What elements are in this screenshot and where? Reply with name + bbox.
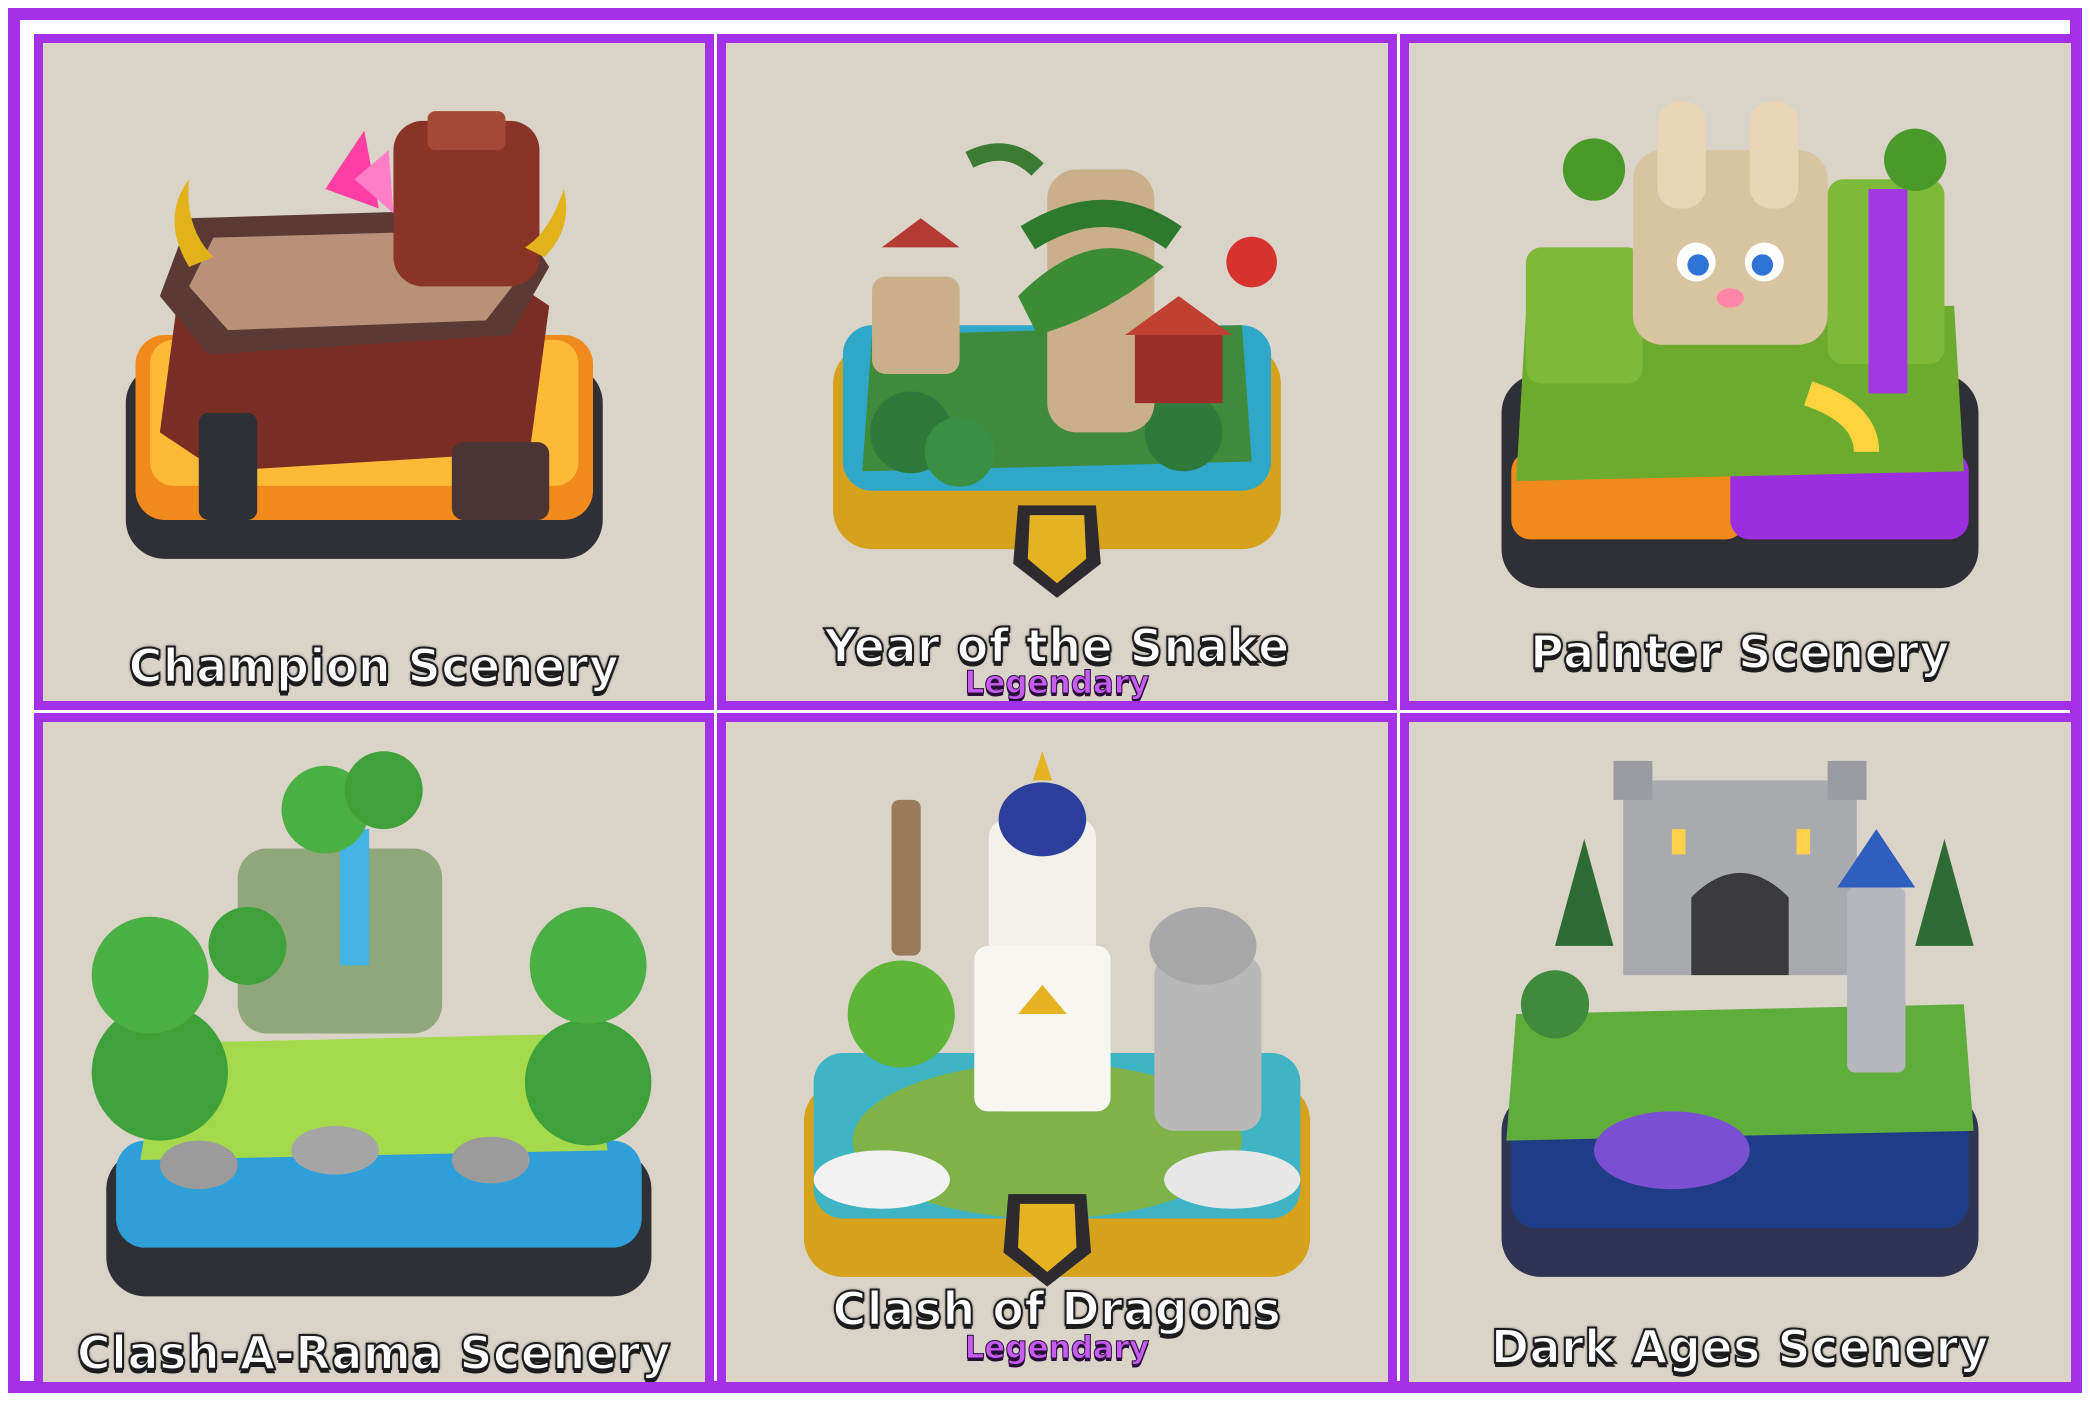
castle-arena-icon	[1501, 760, 1979, 1277]
rarity-label: Legendary	[964, 1330, 1150, 1367]
forest-waterfall-arena-icon	[91, 751, 652, 1297]
scenery-name: Painter Scenery	[1529, 624, 1950, 680]
scenery-card-clash-a-rama[interactable]: Clash-A-Rama Scenery	[34, 713, 714, 1391]
rarity-label: Legendary	[964, 665, 1150, 702]
scenery-card-dark-ages[interactable]: Dark Ages Scenery	[1400, 713, 2080, 1391]
snake-temple-arena-icon	[833, 143, 1281, 598]
scenery-name: Champion Scenery	[128, 638, 620, 694]
scenery-card-champion[interactable]: Champion Scenery	[34, 34, 714, 710]
scenery-name: Dark Ages Scenery	[1490, 1319, 1990, 1375]
champion-lava-arena-icon	[125, 111, 603, 559]
scenery-card-year-of-the-snake[interactable]: Year of the Snake Legendary	[717, 34, 1397, 710]
scenery-card-clash-of-dragons[interactable]: Clash of Dragons Legendary	[717, 713, 1397, 1391]
scenery-name: Clash of Dragons	[832, 1281, 1282, 1337]
scenery-name: Clash-A-Rama Scenery	[76, 1325, 672, 1381]
painter-bunny-arena-icon	[1501, 101, 1979, 589]
scenery-grid: Champion Scenery Year of the Snake Legen…	[8, 8, 2082, 1393]
scenery-card-painter[interactable]: Painter Scenery	[1400, 34, 2080, 710]
